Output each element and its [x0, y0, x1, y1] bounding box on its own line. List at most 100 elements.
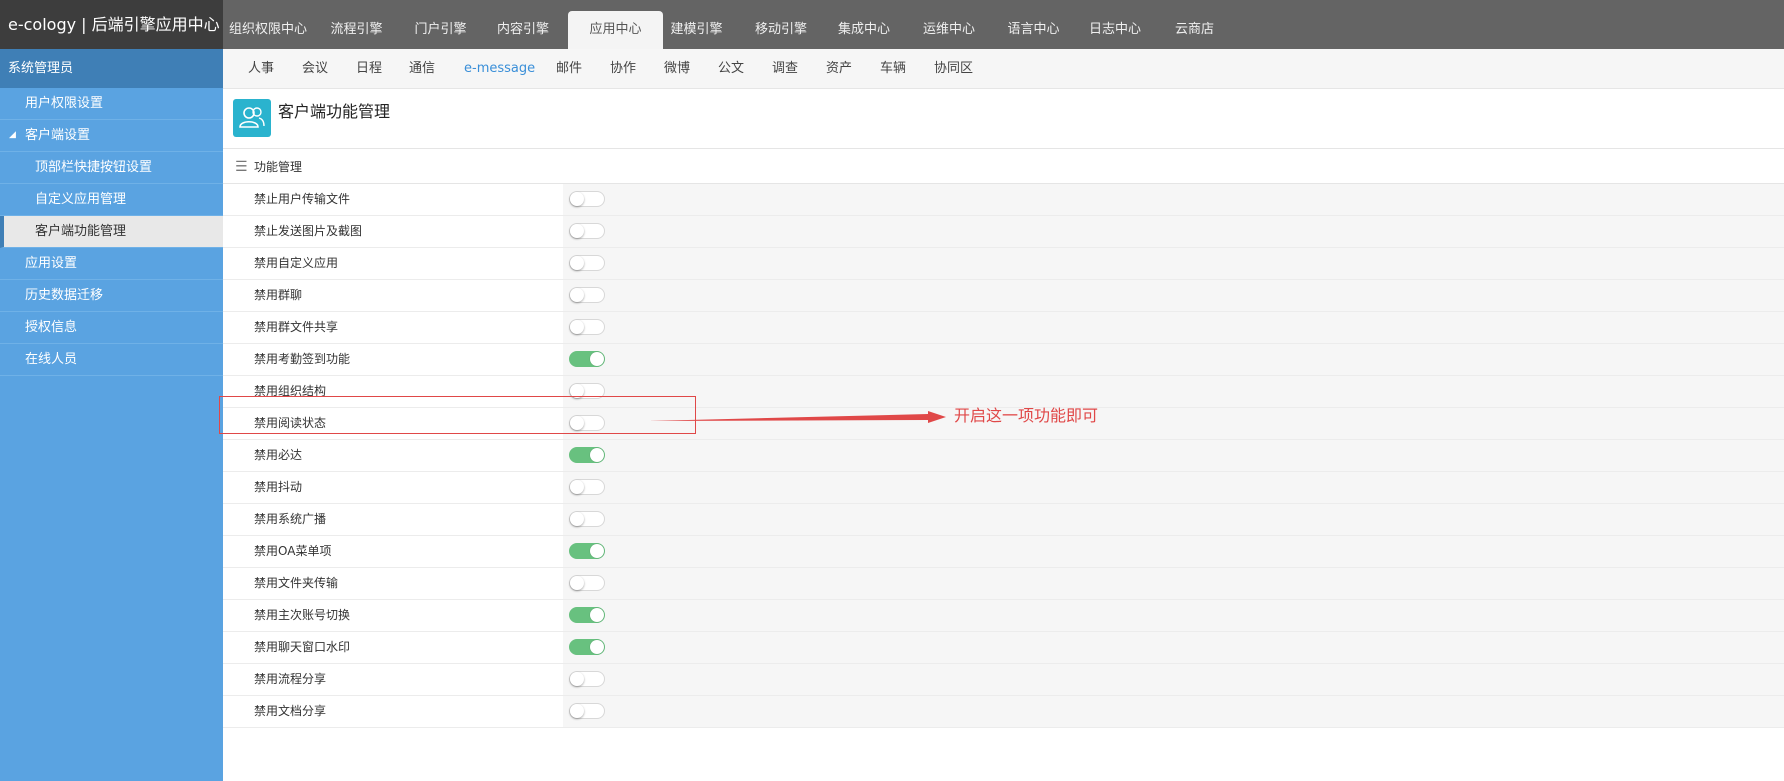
setting-value-cell [563, 376, 1784, 407]
top-tab[interactable]: 日志中心 [1078, 11, 1152, 49]
sidebar-item[interactable]: 自定义应用管理 [0, 184, 223, 216]
top-tab[interactable]: 云商店 [1158, 11, 1231, 49]
top-navigation: 组织权限中心 流程引擎 门户引擎 内容引擎 应用中心 建模引擎 移动引擎 集成中心 运维中心 语言… [223, 0, 1784, 49]
sidebar-item-label: 在线人员 [25, 352, 78, 367]
setting-row: 禁用主次账号切换 [223, 600, 1784, 632]
caret-down-icon: ◢ [9, 130, 16, 140]
highlight-box [219, 396, 696, 434]
sub-tab[interactable]: 日程 [356, 49, 382, 88]
setting-row: 禁用系统广播 [223, 504, 1784, 536]
sidebar-item-label: 历史数据迁移 [25, 288, 104, 303]
sub-tab[interactable]: 通信 [409, 49, 435, 88]
setting-row: 禁用文件夹传输 [223, 568, 1784, 600]
sub-navigation: 人事 会议 日程 通信 e-message 邮件 协作 微博 公文 调查 资产 车辆 协同区 [223, 49, 1784, 89]
setting-value-cell [563, 504, 1784, 535]
sidebar-item-label: 客户端功能管理 [35, 224, 127, 239]
toggle-switch[interactable] [569, 319, 605, 335]
sub-tab[interactable]: e-message [464, 49, 535, 88]
toggle-switch[interactable] [569, 191, 605, 207]
setting-label: 禁止用户传输文件 [254, 192, 351, 206]
sub-tab[interactable]: 公文 [718, 49, 744, 88]
toggle-knob [590, 640, 604, 654]
toggle-knob [570, 672, 584, 686]
setting-label: 禁用聊天窗口水印 [254, 640, 351, 654]
setting-row: 禁用OA菜单项 [223, 536, 1784, 568]
sidebar-item[interactable]: 顶部栏快捷按钮设置 [0, 152, 223, 184]
menu-icon: ☰ [235, 159, 248, 175]
setting-value-cell [563, 664, 1784, 695]
toggle-knob [570, 512, 584, 526]
sidebar-role-header: 系统管理员 [0, 49, 223, 88]
toggle-switch[interactable] [569, 639, 605, 655]
sub-tab[interactable]: 资产 [826, 49, 852, 88]
setting-label: 禁用考勤签到功能 [254, 352, 351, 366]
toggle-switch[interactable] [569, 479, 605, 495]
sidebar-item[interactable]: ◢ 客户端设置 [0, 120, 223, 152]
toggle-switch[interactable] [569, 447, 605, 463]
sub-tab[interactable]: 会议 [302, 49, 328, 88]
sub-tab[interactable]: 协同区 [934, 49, 973, 88]
sidebar-item[interactable]: 在线人员 [0, 344, 223, 376]
sidebar-item[interactable]: 应用设置 [0, 248, 223, 280]
toggle-knob [570, 704, 584, 718]
setting-value-cell [563, 184, 1784, 215]
top-tab[interactable]: 流程引擎 [320, 11, 393, 49]
sidebar-menu: 用户权限设置 ◢ 客户端设置顶部栏快捷按钮设置自定义应用管理 客户端功能管理应用设置历… [0, 88, 223, 376]
sub-tab[interactable]: 微博 [664, 49, 690, 88]
setting-row: 禁用自定义应用 [223, 248, 1784, 280]
setting-value-cell [563, 536, 1784, 567]
toggle-knob [570, 320, 584, 334]
setting-label: 禁用群文件共享 [254, 320, 339, 334]
setting-value-cell [563, 600, 1784, 631]
sidebar-item-label: 授权信息 [25, 320, 78, 335]
setting-label: 禁用文件夹传输 [254, 576, 339, 590]
setting-value-cell [563, 568, 1784, 599]
sidebar-item-label: 用户权限设置 [25, 96, 104, 111]
toggle-switch[interactable] [569, 287, 605, 303]
toggle-switch[interactable] [569, 671, 605, 687]
page-header: 客户端功能管理 [223, 89, 1784, 149]
sidebar-item-label: 客户端设置 [25, 128, 91, 143]
toggle-knob [570, 288, 584, 302]
toggle-switch[interactable] [569, 511, 605, 527]
sidebar-item-label: 应用设置 [25, 256, 78, 271]
toggle-switch[interactable] [569, 255, 605, 271]
sidebar-item[interactable]: 用户权限设置 [0, 88, 223, 120]
sidebar: e-cology | 后端引擎应用中心 系统管理员 用户权限设置 ◢ 客户端设置 顶部… [0, 0, 223, 781]
top-tab[interactable]: 应用中心 [568, 11, 663, 49]
setting-value-cell [563, 632, 1784, 663]
toggle-switch[interactable] [569, 575, 605, 591]
setting-value-cell [563, 472, 1784, 503]
sub-tab[interactable]: 调查 [772, 49, 798, 88]
setting-label: 禁用群聊 [254, 288, 303, 302]
sub-tab[interactable]: 车辆 [880, 49, 906, 88]
setting-row: 禁止发送图片及截图 [223, 216, 1784, 248]
toggle-switch[interactable] [569, 223, 605, 239]
top-tab[interactable]: 内容引擎 [487, 11, 559, 49]
top-tab[interactable]: 门户引擎 [405, 11, 476, 49]
toggle-knob [590, 608, 604, 622]
setting-value-cell [563, 312, 1784, 343]
toggle-knob [570, 192, 584, 206]
sub-tab[interactable]: 人事 [248, 49, 274, 88]
toggle-switch[interactable] [569, 607, 605, 623]
toggle-switch[interactable] [569, 351, 605, 367]
toggle-knob [570, 480, 584, 494]
sidebar-item[interactable]: 授权信息 [0, 312, 223, 344]
top-tab[interactable]: 组织权限中心 [225, 11, 311, 49]
sidebar-item[interactable]: 客户端功能管理 [0, 216, 223, 248]
sub-tab[interactable]: 协作 [610, 49, 636, 88]
sidebar-item-label: 自定义应用管理 [35, 192, 127, 207]
top-tab[interactable]: 集成中心 [826, 11, 902, 49]
setting-label: 禁用系统广播 [254, 512, 327, 526]
top-tab[interactable]: 运维中心 [910, 11, 988, 49]
setting-label: 禁用文档分享 [254, 704, 327, 718]
top-tab[interactable]: 建模引擎 [657, 11, 736, 49]
toggle-switch[interactable] [569, 703, 605, 719]
sub-tab[interactable]: 邮件 [556, 49, 582, 88]
sidebar-item[interactable]: 历史数据迁移 [0, 280, 223, 312]
toggle-switch[interactable] [569, 543, 605, 559]
setting-value-cell [563, 248, 1784, 279]
top-tab[interactable]: 移动引擎 [742, 11, 820, 49]
top-tab[interactable]: 语言中心 [995, 11, 1072, 49]
